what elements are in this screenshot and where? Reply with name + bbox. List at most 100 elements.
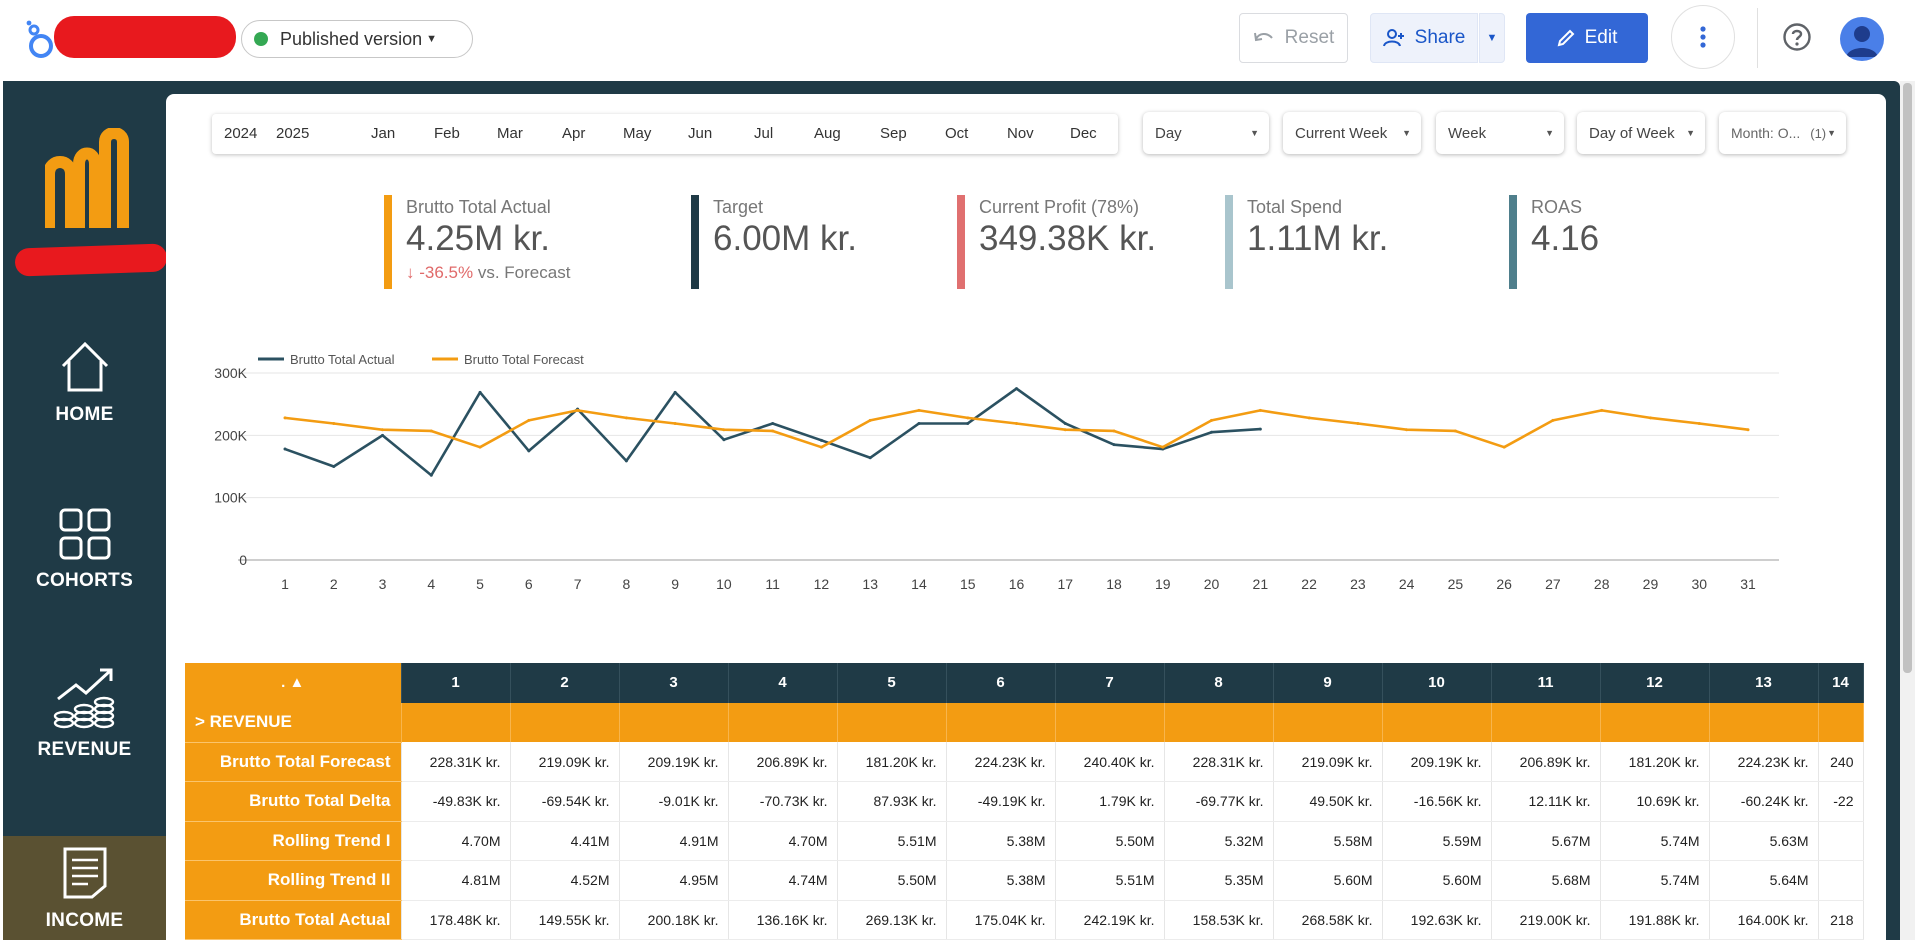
- column-header[interactable]: 2: [510, 663, 620, 703]
- nav-cohorts[interactable]: COHORTS: [3, 508, 166, 628]
- month-feb-option[interactable]: Feb: [434, 125, 460, 142]
- kpi-current-profit[interactable]: Current Profit (78%) 349.38K kr.: [957, 195, 1197, 289]
- day-of-week-dropdown[interactable]: Day of Week ▼: [1577, 112, 1705, 154]
- data-point[interactable]: [283, 416, 287, 420]
- data-point[interactable]: [527, 418, 531, 422]
- data-point[interactable]: [381, 428, 385, 432]
- data-point[interactable]: [1551, 418, 1555, 422]
- data-point[interactable]: [624, 459, 628, 463]
- more-options-button[interactable]: [1671, 5, 1735, 69]
- month-may-option[interactable]: May: [623, 125, 651, 142]
- table-section-row[interactable]: > REVENUE: [185, 702, 1864, 743]
- data-point[interactable]: [917, 421, 921, 425]
- data-point[interactable]: [1600, 408, 1604, 412]
- data-point[interactable]: [868, 418, 872, 422]
- data-point[interactable]: [1453, 429, 1457, 433]
- edit-button[interactable]: Edit: [1526, 13, 1648, 63]
- data-point[interactable]: [1063, 421, 1067, 425]
- data-point[interactable]: [722, 428, 726, 432]
- data-point[interactable]: [1063, 428, 1067, 432]
- column-header[interactable]: 13: [1709, 663, 1819, 703]
- month-nov-option[interactable]: Nov: [1007, 125, 1034, 142]
- data-point[interactable]: [966, 421, 970, 425]
- data-point[interactable]: [381, 433, 385, 437]
- sort-column-header[interactable]: . ▲: [185, 663, 402, 703]
- data-point[interactable]: [1210, 430, 1214, 434]
- data-point[interactable]: [429, 473, 433, 477]
- series-line[interactable]: [284, 409, 1749, 449]
- data-point[interactable]: [673, 390, 677, 394]
- data-point[interactable]: [478, 390, 482, 394]
- help-icon[interactable]: [1782, 22, 1812, 52]
- data-point[interactable]: [966, 416, 970, 420]
- data-point[interactable]: [1697, 421, 1701, 425]
- nav-income[interactable]: INCOME: [3, 836, 166, 940]
- share-options-dropdown[interactable]: ▼: [1479, 13, 1505, 63]
- reset-button[interactable]: Reset: [1239, 13, 1348, 63]
- month-sep-option[interactable]: Sep: [880, 125, 907, 142]
- kpi-roas[interactable]: ROAS 4.16: [1509, 195, 1709, 289]
- column-header[interactable]: 14: [1818, 663, 1864, 703]
- column-header[interactable]: 5: [837, 663, 947, 703]
- data-point[interactable]: [1112, 443, 1116, 447]
- data-point[interactable]: [1210, 418, 1214, 422]
- nav-home[interactable]: HOME: [3, 340, 166, 460]
- column-header[interactable]: 8: [1164, 663, 1274, 703]
- data-point[interactable]: [429, 429, 433, 433]
- actual-vs-forecast-line-chart[interactable]: 300K200K100K01 2 3 4 5 6 7 8 9 10 11 12 13 14 15 16 17 18…: [166, 344, 1886, 594]
- data-point[interactable]: [868, 456, 872, 460]
- data-point[interactable]: [722, 438, 726, 442]
- data-point[interactable]: [527, 449, 531, 453]
- month-dec-option[interactable]: Dec: [1070, 125, 1097, 142]
- kpi-target[interactable]: Target 6.00M kr.: [691, 195, 911, 289]
- column-header[interactable]: 11: [1491, 663, 1601, 703]
- granularity-dropdown[interactable]: Day ▼: [1143, 112, 1269, 154]
- data-point[interactable]: [624, 416, 628, 420]
- user-avatar[interactable]: [1840, 17, 1884, 61]
- year-2025-option[interactable]: 2025: [276, 125, 309, 142]
- data-point[interactable]: [1258, 427, 1262, 431]
- data-point[interactable]: [771, 421, 775, 425]
- data-point[interactable]: [332, 465, 336, 468]
- data-point[interactable]: [576, 408, 580, 412]
- month-jul-option[interactable]: Jul: [754, 125, 773, 142]
- column-header[interactable]: 3: [619, 663, 729, 703]
- month-jan-option[interactable]: Jan: [371, 125, 395, 142]
- data-point[interactable]: [1112, 429, 1116, 433]
- period-dropdown[interactable]: Current Week ▼: [1283, 112, 1421, 154]
- section-label[interactable]: > REVENUE: [185, 702, 402, 743]
- data-point[interactable]: [917, 408, 921, 412]
- data-point[interactable]: [1015, 421, 1018, 425]
- data-point[interactable]: [1258, 408, 1262, 412]
- column-header[interactable]: 6: [946, 663, 1056, 703]
- month-apr-option[interactable]: Apr: [562, 125, 585, 142]
- column-header[interactable]: 10: [1382, 663, 1492, 703]
- data-point[interactable]: [283, 447, 287, 451]
- data-point[interactable]: [673, 421, 677, 425]
- data-point[interactable]: [819, 445, 823, 449]
- share-button[interactable]: Share: [1370, 13, 1478, 63]
- data-point[interactable]: [1648, 416, 1652, 420]
- data-point[interactable]: [1405, 428, 1409, 432]
- column-header[interactable]: 7: [1055, 663, 1165, 703]
- column-header[interactable]: 4: [728, 663, 838, 703]
- data-point[interactable]: [1746, 428, 1750, 432]
- month-mar-option[interactable]: Mar: [497, 125, 523, 142]
- month-filter-dropdown[interactable]: Month: O... (1) ▼: [1719, 112, 1846, 154]
- kpi-brutto-total-actual[interactable]: Brutto Total Actual 4.25M kr. ↓ -36.5% v…: [384, 195, 634, 289]
- month-oct-option[interactable]: Oct: [945, 125, 968, 142]
- year-2024-option[interactable]: 2024: [224, 125, 257, 142]
- data-point[interactable]: [332, 421, 336, 425]
- data-point[interactable]: [1015, 387, 1018, 391]
- year-month-filter[interactable]: 2024 2025 Jan Feb Mar Apr May Jun Jul Au…: [212, 114, 1118, 154]
- kpi-total-spend[interactable]: Total Spend 1.11M kr.: [1225, 195, 1445, 289]
- published-version-dropdown[interactable]: Published version ▼: [241, 20, 473, 58]
- week-dropdown[interactable]: Week ▼: [1436, 112, 1564, 154]
- month-aug-option[interactable]: Aug: [814, 125, 841, 142]
- data-point[interactable]: [1161, 445, 1165, 449]
- data-point[interactable]: [1502, 445, 1506, 449]
- looker-studio-logo-icon[interactable]: [24, 20, 58, 60]
- data-point[interactable]: [771, 429, 775, 433]
- nav-revenue[interactable]: REVENUE: [3, 665, 166, 789]
- column-header[interactable]: 1: [401, 663, 511, 703]
